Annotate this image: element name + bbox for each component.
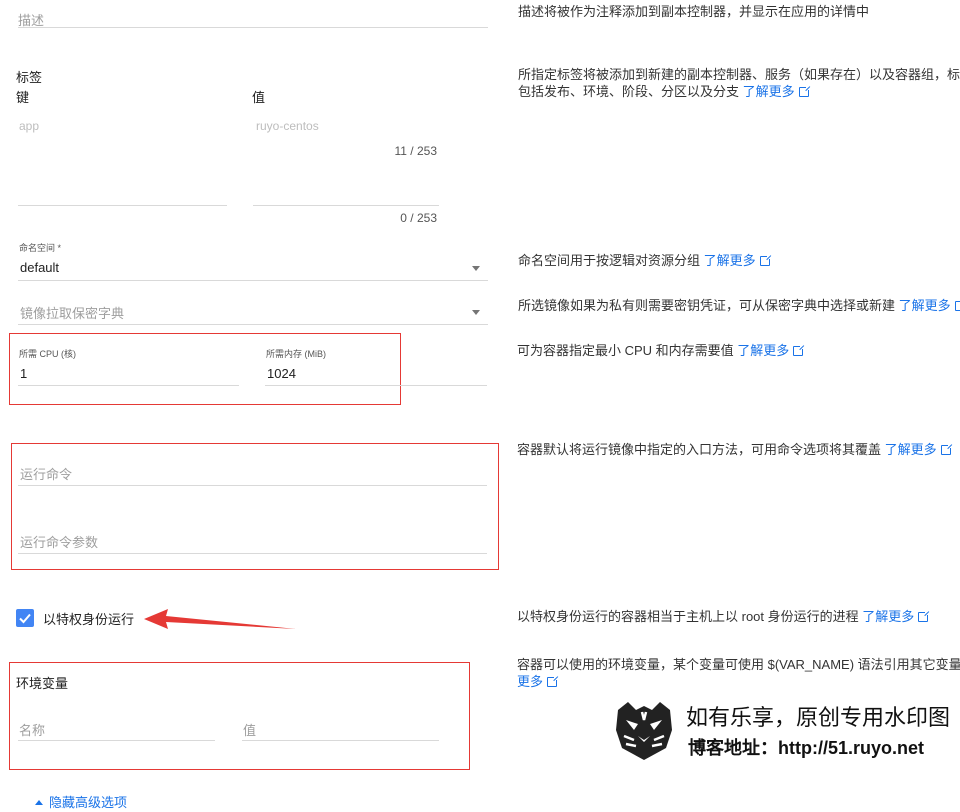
chevron-up-icon <box>35 800 43 805</box>
label-value-input[interactable]: ruyo-centos <box>256 119 319 133</box>
image-pull-secret-learn-more-link[interactable]: 了解更多 <box>899 298 951 313</box>
labels-help-line2-wrap: 包括发布、环境、阶段、分区以及分支 了解更多 <box>518 83 960 100</box>
label-key-underline-2 <box>18 205 227 206</box>
namespace-label: 命名空间 * <box>19 243 62 253</box>
description-help: 描述将被作为注释添加到副本控制器，并显示在应用的详情中 <box>518 4 870 19</box>
resources-help-text: 可为容器指定最小 CPU 和内存需要值 <box>517 343 734 358</box>
checkmark-icon <box>19 613 31 624</box>
privileged-help: 以特权身份运行的容器相当于主机上以 root 身份运行的进程 了解更多 <box>517 608 931 625</box>
labels-value-header: 值 <box>252 90 266 105</box>
image-pull-secret-help: 所选镜像如果为私有则需要密钥凭证，可从保密字典中选择或新建 了解更多 <box>518 297 960 314</box>
annotation-box-env <box>9 662 470 770</box>
label-value-counter: 11 / 253 <box>394 144 437 158</box>
privileged-help-text: 以特权身份运行的容器相当于主机上以 root 身份运行的进程 <box>517 609 859 624</box>
namespace-dropdown-icon[interactable] <box>472 266 480 271</box>
external-link-icon <box>918 610 931 622</box>
labels-learn-more-link[interactable]: 了解更多 <box>743 84 795 99</box>
label-value-underline-2 <box>253 205 439 206</box>
description-underline <box>18 27 488 28</box>
image-pull-secret-underline <box>18 324 488 325</box>
external-link-icon <box>940 443 953 455</box>
env-title: 环境变量 <box>16 676 69 691</box>
namespace-underline <box>18 280 488 281</box>
memory-underline <box>265 385 487 386</box>
labels-title: 标签 <box>16 70 43 85</box>
hide-advanced-label: 隐藏高级选项 <box>49 795 128 810</box>
memory-label: 所需内存 (MiB) <box>266 349 326 359</box>
watermark-line1: 如有乐享，原创专用水印图 <box>686 705 951 730</box>
memory-input[interactable]: 1024 <box>267 366 296 381</box>
labels-help-line1: 所指定标签将被添加到新建的副本控制器、服务（如果存在）以及容器组，标签 <box>518 67 960 82</box>
command-learn-more-link[interactable]: 了解更多 <box>885 442 937 457</box>
env-name-underline <box>18 740 215 741</box>
label-key-input[interactable]: app <box>19 119 39 133</box>
tiger-logo-icon <box>616 702 672 760</box>
resources-learn-more-link[interactable]: 了解更多 <box>737 343 789 358</box>
privileged-label[interactable]: 以特权身份运行 <box>43 609 134 628</box>
labels-help: 所指定标签将被添加到新建的副本控制器、服务（如果存在）以及容器组，标签 包括发布… <box>518 66 960 100</box>
labels-help-line2: 包括发布、环境、阶段、分区以及分支 <box>518 84 740 99</box>
watermark: 如有乐享，原创专用水印图 博客地址：http://51.ruyo.net <box>612 696 960 766</box>
namespace-help: 命名空间用于按逻辑对资源分组 了解更多 <box>518 252 772 269</box>
run-args-underline <box>18 553 487 554</box>
env-value-underline <box>242 740 439 741</box>
namespace-learn-more-link[interactable]: 了解更多 <box>704 253 756 268</box>
env-help-line1-wrap: 容器可以使用的环境变量，某个变量可使用 $(VAR_NAME) 语法引用其它变量… <box>517 656 960 673</box>
cpu-label: 所需 CPU (核) <box>19 349 76 359</box>
watermark-line2: 博客地址：http://51.ruyo.net <box>688 738 925 758</box>
run-command-underline <box>18 485 487 486</box>
labels-key-header: 键 <box>16 90 30 105</box>
privileged-learn-more-link[interactable]: 了解更多 <box>862 609 914 624</box>
image-pull-secret-select[interactable]: 镜像拉取保密字典 <box>20 303 124 322</box>
cpu-input[interactable]: 1 <box>20 366 27 381</box>
external-link-icon <box>954 301 960 311</box>
external-link-icon <box>798 85 811 97</box>
env-name-input[interactable]: 名称 <box>19 720 45 739</box>
external-link-icon <box>759 254 772 266</box>
annotation-arrow-icon <box>144 609 296 629</box>
env-help: 容器可以使用的环境变量，某个变量可使用 $(VAR_NAME) 语法引用其它变量… <box>517 656 960 690</box>
command-help-text: 容器默认将运行镜像中指定的入口方法，可用命令选项将其覆盖 <box>517 442 882 457</box>
env-help-line1: 容器可以使用的环境变量，某个变量可使用 $(VAR_NAME) 语法引用其它变量 <box>517 657 960 672</box>
privileged-checkbox[interactable] <box>16 609 34 627</box>
namespace-help-text: 命名空间用于按逻辑对资源分组 <box>518 253 701 268</box>
run-args-input[interactable]: 运行命令参数 <box>20 532 98 551</box>
env-learn-more-link-part2[interactable]: 更多 <box>517 674 543 689</box>
external-link-icon <box>547 675 560 687</box>
hide-advanced-toggle[interactable]: 隐藏高级选项 <box>35 792 127 811</box>
annotation-box-resources <box>9 333 401 405</box>
cpu-underline <box>18 385 239 386</box>
command-help: 容器默认将运行镜像中指定的入口方法，可用命令选项将其覆盖 了解更多 <box>517 441 953 458</box>
label-value-counter-2: 0 / 253 <box>400 211 437 225</box>
resources-help: 可为容器指定最小 CPU 和内存需要值 了解更多 <box>517 342 806 359</box>
env-help-line2-wrap: 更多 <box>517 673 960 690</box>
namespace-select[interactable]: default <box>20 260 59 275</box>
image-pull-secret-help-text: 所选镜像如果为私有则需要密钥凭证，可从保密字典中选择或新建 <box>518 298 896 313</box>
external-link-icon <box>793 344 806 356</box>
run-command-input[interactable]: 运行命令 <box>20 464 72 483</box>
image-pull-secret-dropdown-icon[interactable] <box>472 310 480 315</box>
env-value-input[interactable]: 值 <box>243 720 256 739</box>
